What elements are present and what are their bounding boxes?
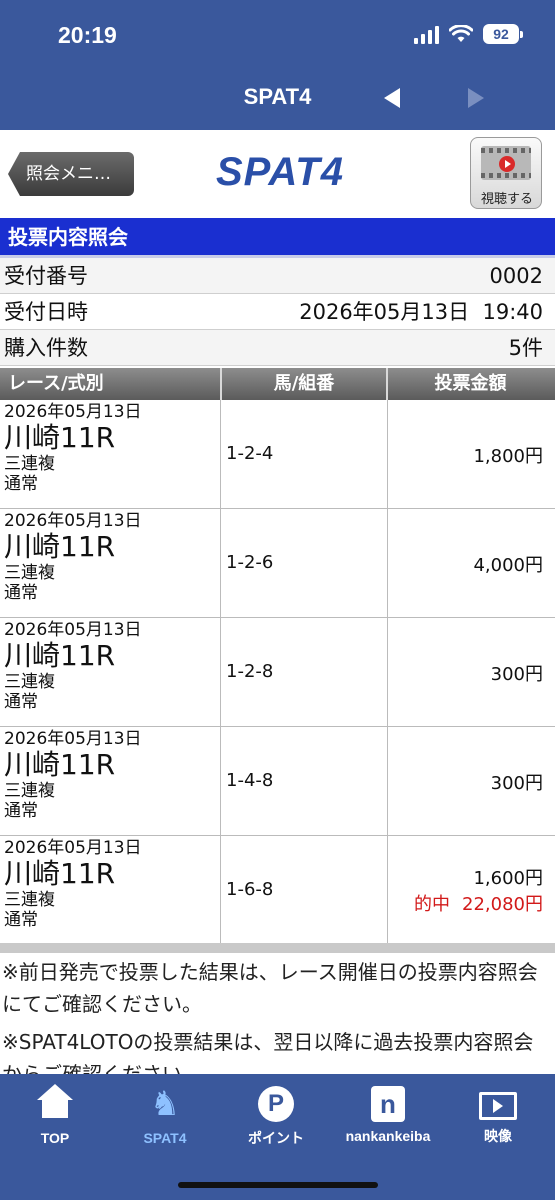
video-icon — [479, 1092, 517, 1120]
receipt-datetime-row: 受付日時 2026年05月13日 19:40 — [0, 294, 555, 330]
status-time: 20:19 — [58, 22, 117, 48]
divider — [0, 943, 555, 953]
bet-type: 三連複 — [4, 890, 55, 910]
bet-amount: 1,600円 — [473, 868, 543, 889]
bet-type: 三連複 — [4, 672, 55, 692]
tab-spat4[interactable]: ♞ SPAT4 — [115, 1084, 215, 1146]
table-row: 2026年05月13日 川崎11R 三連複 通常 1-2-8 300円 — [0, 618, 555, 727]
table-row: 2026年05月13日 川崎11R 三連複 通常 1-2-6 4,000円 — [0, 509, 555, 618]
col-race: レース/式別 — [8, 373, 104, 394]
bet-method: 通常 — [4, 474, 38, 494]
purchase-count-row: 購入件数 5件 — [0, 330, 555, 366]
race-name: 川崎11R — [4, 639, 116, 672]
battery-icon: 92 — [483, 24, 523, 44]
bet-type: 三連複 — [4, 563, 55, 583]
info-label: 購入件数 — [4, 336, 88, 360]
inquiry-menu-button[interactable]: 照会メニ… — [8, 152, 134, 196]
bet-amount: 300円 — [490, 664, 543, 685]
race-name: 川崎11R — [4, 748, 116, 781]
info-value: 0002 — [489, 264, 543, 288]
tab-points[interactable]: P ポイント — [226, 1084, 326, 1148]
race-name: 川崎11R — [4, 857, 116, 890]
info-value: 5件 — [508, 336, 543, 360]
col-combo: 馬/組番 — [273, 373, 335, 394]
film-icon — [481, 146, 531, 180]
race-date: 2026年05月13日 — [4, 511, 142, 531]
bet-amount: 1,800円 — [473, 446, 543, 467]
hit-payout: 的中 22,080円 — [414, 890, 543, 916]
wifi-icon — [449, 25, 473, 42]
race-date: 2026年05月13日 — [4, 402, 142, 422]
bet-amount: 300円 — [490, 773, 543, 794]
race-date: 2026年05月13日 — [4, 838, 142, 858]
tab-video[interactable]: 映像 — [448, 1084, 548, 1146]
payout-amount: 22,080円 — [462, 894, 543, 915]
receipt-number-row: 受付番号 0002 — [0, 258, 555, 294]
home-icon — [35, 1084, 75, 1124]
table-row: 2026年05月13日 川崎11R 三連複 通常 1-4-8 300円 — [0, 727, 555, 836]
info-label: 受付日時 — [4, 300, 88, 324]
forward-arrow-icon[interactable] — [468, 88, 484, 108]
horse-icon: ♞ — [149, 1084, 181, 1124]
back-arrow-icon[interactable] — [384, 88, 400, 108]
info-label: 受付番号 — [4, 264, 88, 288]
bet-method: 通常 — [4, 910, 38, 930]
tab-top[interactable]: TOP — [5, 1084, 105, 1146]
watch-button[interactable]: 視聴する — [470, 137, 542, 209]
race-name: 川崎11R — [4, 530, 116, 563]
status-icons: 92 — [414, 24, 523, 44]
race-date: 2026年05月13日 — [4, 729, 142, 749]
combo: 1-4-8 — [222, 727, 388, 835]
table-row: 2026年05月13日 川崎11R 三連複 通常 1-6-8 1,600円 的中 22,… — [0, 836, 555, 945]
nankankeiba-icon: n — [371, 1086, 405, 1122]
bet-type: 三連複 — [4, 454, 55, 474]
combo: 1-2-4 — [222, 400, 388, 508]
battery-level: 92 — [493, 26, 509, 42]
tab-label: ポイント — [248, 1130, 304, 1146]
col-amount: 投票金額 — [434, 373, 507, 394]
points-icon: P — [258, 1086, 294, 1122]
bet-amount: 4,000円 — [473, 555, 543, 576]
section-title: 投票内容照会 — [0, 218, 555, 258]
tab-label: nankankeiba — [345, 1128, 431, 1144]
info-value: 2026年05月13日 19:40 — [299, 300, 543, 324]
bet-method: 通常 — [4, 801, 38, 821]
tab-label: 映像 — [484, 1128, 512, 1144]
table-header: レース/式別 馬/組番 投票金額 — [0, 368, 555, 400]
watch-label: 視聴する — [480, 192, 533, 207]
tab-label: TOP — [40, 1130, 70, 1146]
combo: 1-2-6 — [222, 509, 388, 617]
bet-type: 三連複 — [4, 781, 55, 801]
tab-label: SPAT4 — [143, 1130, 187, 1146]
hit-label: 的中 — [414, 894, 451, 915]
race-name: 川崎11R — [4, 421, 116, 454]
top-bar: 20:19 92 SPAT4 — [0, 0, 555, 130]
combo: 1-2-8 — [222, 618, 388, 726]
race-date: 2026年05月13日 — [4, 620, 142, 640]
bet-method: 通常 — [4, 583, 38, 603]
table-row: 2026年05月13日 川崎11R 三連複 通常 1-2-4 1,800円 — [0, 400, 555, 509]
tab-nankankeiba[interactable]: n nankankeiba — [338, 1084, 438, 1144]
home-indicator — [178, 1182, 378, 1188]
spat4-logo: SPAT4 — [216, 150, 344, 194]
combo: 1-6-8 — [222, 836, 388, 944]
cellular-signal-icon — [414, 24, 439, 44]
bet-method: 通常 — [4, 692, 38, 712]
note-text: ※前日発売で投票した結果は、レース開催日の投票内容照会にてご確認ください。 — [2, 960, 538, 1016]
